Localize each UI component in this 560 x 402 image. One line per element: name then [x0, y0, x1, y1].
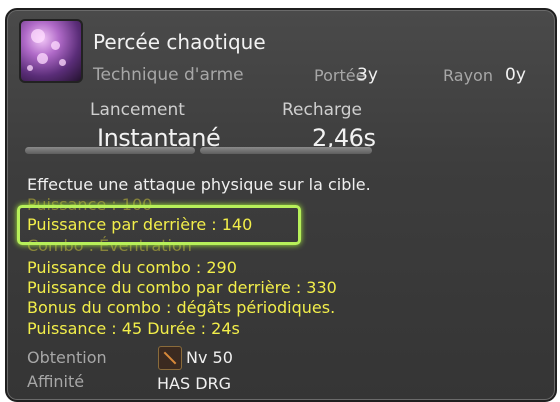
affinity-label: Affinité — [27, 372, 85, 391]
acquired-label: Obtention — [27, 348, 107, 367]
description-line: Bonus du combo : dégâts périodiques. — [27, 298, 336, 317]
acquired-level: Nv 50 — [186, 348, 233, 367]
cast-time-label: Lancement — [90, 100, 185, 120]
recast-bar — [200, 147, 372, 154]
recast-time-label: Recharge — [282, 100, 362, 120]
range-value: 3y — [357, 65, 378, 85]
description-line: Puissance du combo : 290 — [27, 258, 237, 277]
highlight-box — [17, 205, 301, 245]
action-name: Percée chaotique — [93, 30, 266, 54]
description-line: Effectue une attaque physique sur la cib… — [27, 175, 371, 194]
description-line: Puissance du combo par derrière : 330 — [27, 278, 337, 297]
affinity-value: HAS DRG — [157, 374, 232, 393]
chaos-thrust-icon — [19, 19, 83, 83]
radius-value: 0y — [505, 65, 526, 85]
action-type: Technique d'arme — [93, 65, 244, 85]
description-line: Puissance : 45 Durée : 24s — [27, 319, 240, 338]
radius-label: Rayon — [443, 66, 493, 85]
lancer-icon — [158, 346, 182, 370]
cast-bar — [25, 147, 195, 154]
